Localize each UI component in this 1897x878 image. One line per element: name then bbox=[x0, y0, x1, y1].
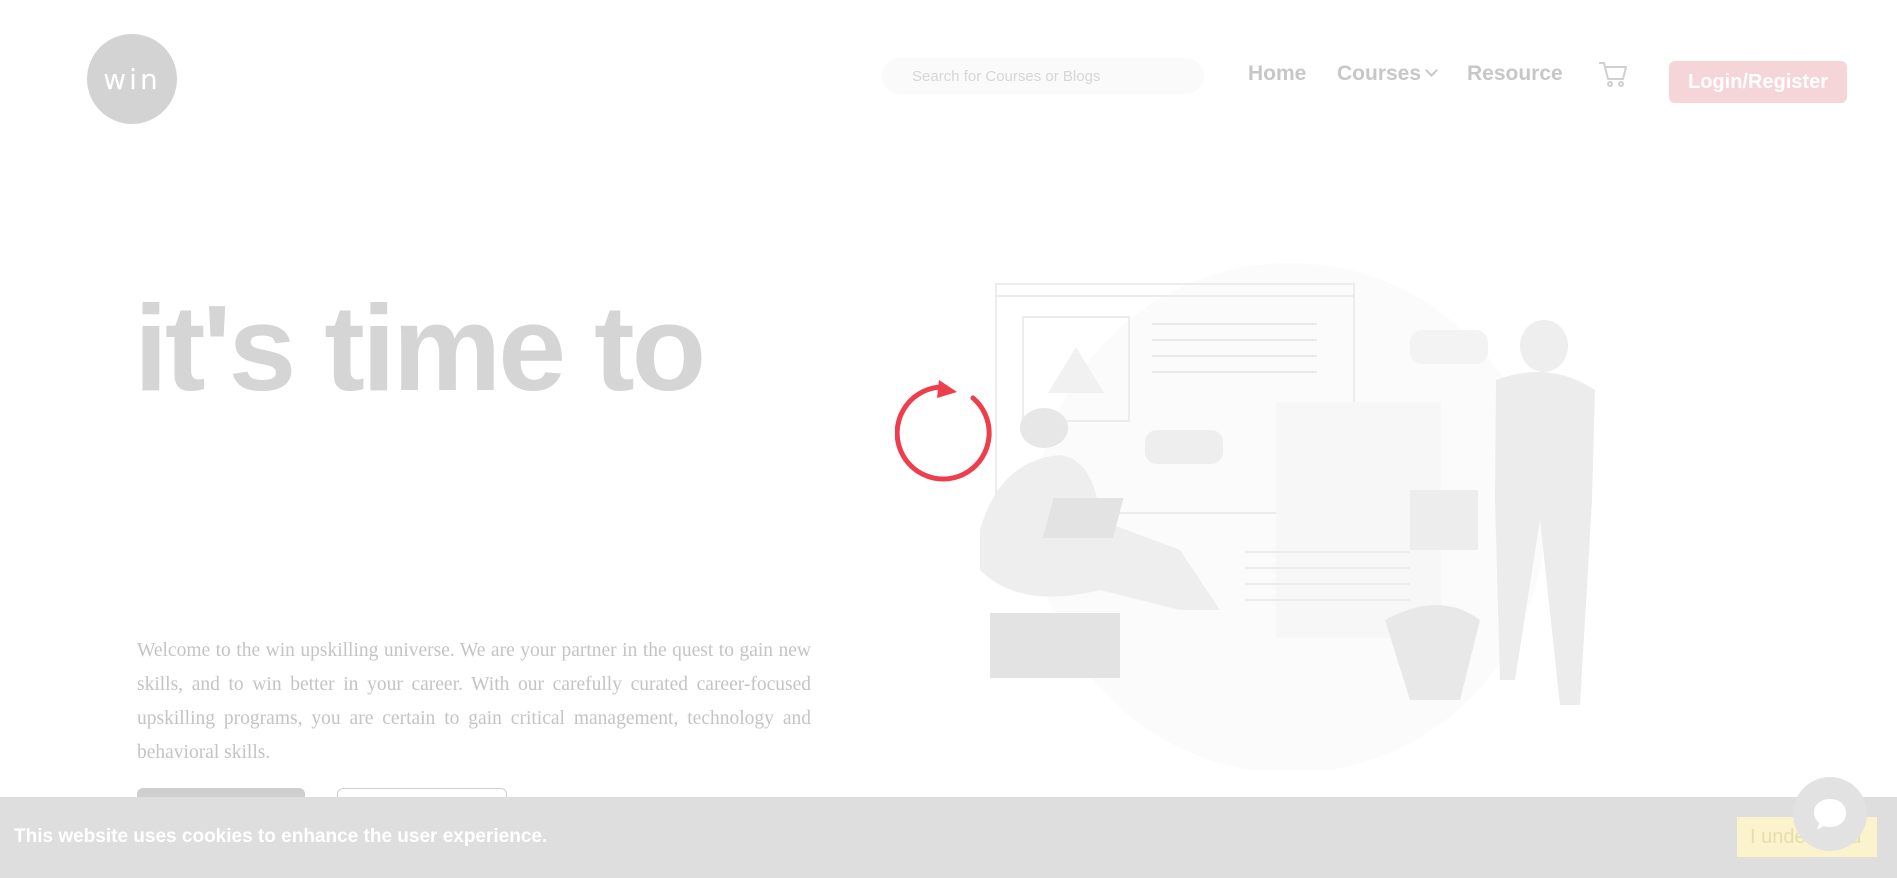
nav-courses-link[interactable]: Courses bbox=[1337, 62, 1438, 86]
hero-illustration bbox=[980, 263, 1595, 770]
search-input[interactable] bbox=[882, 58, 1204, 94]
chat-bubble-icon bbox=[1814, 799, 1846, 830]
cookie-banner: This website uses cookies to enhance the… bbox=[0, 797, 1897, 878]
nav-courses-label: Courses bbox=[1337, 62, 1422, 85]
nav-resource-link[interactable]: Resource bbox=[1467, 62, 1563, 86]
login-register-button[interactable]: Login/Register bbox=[1669, 61, 1847, 103]
cookie-message: This website uses cookies to enhance the… bbox=[14, 826, 548, 847]
loading-spinner-icon bbox=[895, 380, 992, 482]
hero-title: it's time to bbox=[134, 280, 706, 416]
chat-button[interactable] bbox=[1793, 777, 1867, 851]
cart-icon[interactable] bbox=[1597, 58, 1629, 90]
hero-description: Welcome to the win upskilling universe. … bbox=[137, 640, 811, 763]
chevron-down-icon bbox=[1425, 64, 1438, 77]
logo[interactable]: win bbox=[87, 34, 177, 124]
nav-home-link[interactable]: Home bbox=[1248, 62, 1306, 86]
